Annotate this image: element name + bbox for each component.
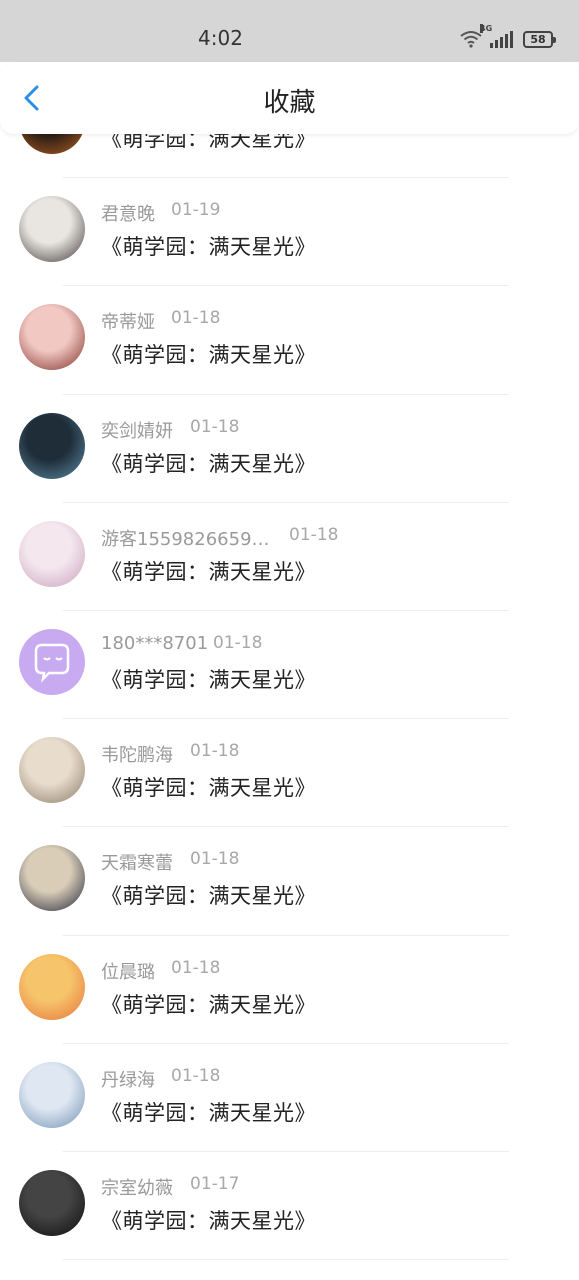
list-item[interactable]: 180***8701 01-18 《萌学园：满天星光》 — [0, 611, 579, 720]
book-title[interactable]: 《萌学园：满天星光》 — [101, 989, 316, 1019]
book-title[interactable]: 《萌学园：满天星光》 — [101, 134, 316, 153]
user-name: 位晨璐 — [101, 961, 155, 983]
page-title: 收藏 — [263, 88, 316, 118]
list-item[interactable]: 君意晚 01-19 《萌学园：满天星光》 — [0, 178, 579, 287]
chat-bubble-icon[interactable] — [19, 628, 85, 695]
avatar[interactable] — [19, 1061, 85, 1128]
divider — [63, 1259, 509, 1261]
user-name: 游客1559826659… — [101, 528, 270, 550]
favorite-date: 01-17 — [190, 1173, 240, 1194]
avatar[interactable] — [19, 412, 85, 479]
avatar[interactable] — [19, 845, 85, 912]
list-item[interactable]: 丹绿海 01-18 《萌学园：满天星光》 — [0, 1044, 579, 1152]
book-title[interactable]: 《萌学园：满天星光》 — [101, 1205, 316, 1235]
book-title[interactable]: 《萌学园：满天星光》 — [101, 664, 316, 694]
book-title[interactable]: 《萌学园：满天星光》 — [101, 231, 316, 261]
favorite-date: 01-18 — [171, 308, 221, 329]
list-item[interactable]: 奕剑婧妍 01-18 《萌学园：满天星光》 — [0, 395, 579, 503]
battery-level: 58 — [530, 32, 546, 46]
list-item[interactable]: 帝蒂娅 01-18 《萌学园：满天星光》 — [0, 286, 579, 395]
user-name: 韦陀鹏海 — [101, 745, 173, 767]
status-icons: 4G 58 — [460, 24, 556, 50]
user-name: 180***8701 — [101, 632, 209, 654]
favorite-date: 01-18 — [171, 957, 221, 978]
favorite-date: 01-18 — [190, 849, 240, 870]
book-title[interactable]: 《萌学园：满天星光》 — [101, 880, 316, 910]
user-name: 丹绿海 — [101, 1069, 155, 1091]
user-name: 宗室幼薇 — [101, 1177, 173, 1199]
cell-signal-icon: 4G — [480, 24, 513, 48]
favorites-list-inner: 《萌学园：满天星光》 君意晚 01-19 《萌学园：满天星光》 帝蒂娅 01-18 《萌学园… — [0, 134, 579, 1261]
book-title[interactable]: 《萌学园：满天星光》 — [101, 339, 316, 369]
book-title[interactable]: 《萌学园：满天星光》 — [101, 1097, 316, 1127]
avatar[interactable] — [19, 196, 85, 263]
favorites-list[interactable]: 《萌学园：满天星光》 君意晚 01-19 《萌学园：满天星光》 帝蒂娅 01-18 《萌学园… — [0, 134, 579, 1280]
wifi-icon — [460, 31, 482, 48]
book-title[interactable]: 《萌学园：满天星光》 — [101, 448, 316, 478]
status-bar: 4:02 4G 58 — [0, 0, 579, 62]
favorite-date: 01-18 — [190, 416, 240, 437]
user-name: 天霜寒蕾 — [101, 853, 173, 875]
avatar[interactable] — [19, 953, 85, 1020]
list-item[interactable]: 位晨璐 01-18 《萌学园：满天星光》 — [0, 936, 579, 1044]
favorite-date: 01-18 — [289, 524, 339, 545]
list-item[interactable]: 天霜寒蕾 01-18 《萌学园：满天星光》 — [0, 827, 579, 936]
avatar[interactable] — [19, 134, 85, 154]
favorite-date: 01-19 — [171, 200, 221, 221]
book-title[interactable]: 《萌学园：满天星光》 — [101, 772, 316, 802]
avatar[interactable] — [19, 737, 85, 804]
favorite-date: 01-18 — [171, 1065, 221, 1086]
battery-icon: 58 — [523, 30, 556, 48]
nav-header: 收藏 — [0, 62, 579, 134]
status-time: 4:02 — [198, 26, 243, 50]
avatar[interactable] — [19, 304, 85, 371]
list-item[interactable]: 游客1559826659… 01-18 《萌学园：满天星光》 — [0, 503, 579, 611]
avatar[interactable] — [19, 520, 85, 587]
book-title[interactable]: 《萌学园：满天星光》 — [101, 556, 316, 586]
favorite-date: 01-18 — [213, 632, 263, 653]
list-item[interactable]: 宗室幼薇 01-17 《萌学园：满天星光》 — [0, 1152, 579, 1261]
user-name: 奕剑婧妍 — [101, 420, 173, 442]
user-name: 君意晚 — [101, 204, 155, 226]
network-type: 4G — [480, 24, 493, 33]
list-item[interactable]: 《萌学园：满天星光》 — [0, 134, 579, 179]
avatar[interactable] — [19, 1169, 85, 1236]
favorite-date: 01-18 — [190, 741, 240, 762]
list-item[interactable]: 韦陀鹏海 01-18 《萌学园：满天星光》 — [0, 719, 579, 828]
user-name: 帝蒂娅 — [101, 312, 155, 334]
